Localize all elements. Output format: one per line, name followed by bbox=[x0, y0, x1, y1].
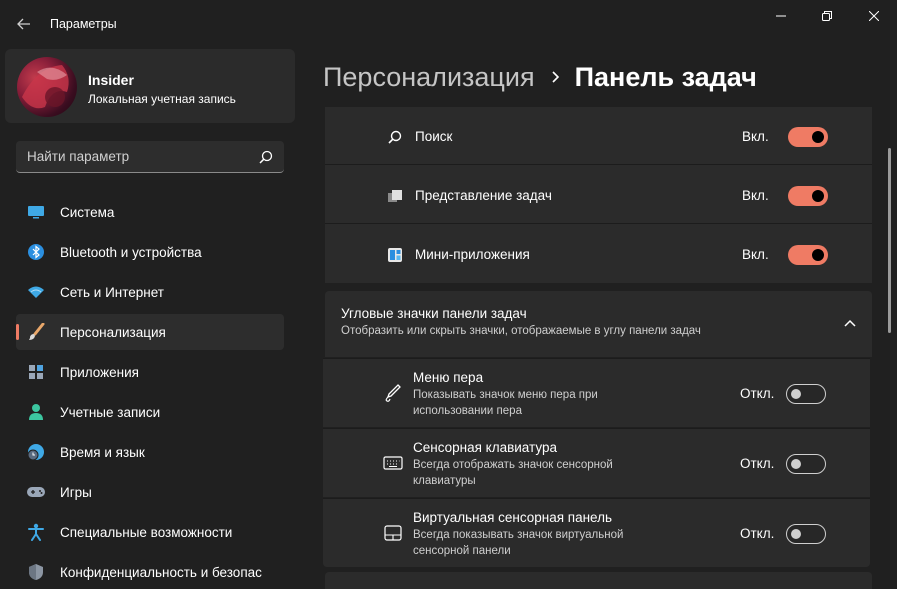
touch-keyboard-toggle[interactable] bbox=[786, 454, 826, 474]
back-button[interactable] bbox=[10, 10, 38, 38]
sidebar-nav: Система Bluetooth и устройства Сеть и Ин… bbox=[16, 194, 284, 589]
pen-icon bbox=[383, 383, 403, 403]
keyboard-icon bbox=[383, 453, 403, 473]
monitor-icon bbox=[26, 202, 46, 222]
toggle-state-label: Вкл. bbox=[742, 129, 769, 144]
setting-title: Виртуальная сенсорная панель bbox=[413, 510, 613, 525]
profile-name: Insider bbox=[88, 72, 134, 88]
search-icon bbox=[385, 127, 405, 147]
setting-description-line2: клавиатуры bbox=[413, 475, 476, 487]
page-title: Панель задач bbox=[574, 61, 757, 92]
sidebar-item-label: Сеть и Интернет bbox=[60, 284, 164, 300]
brush-icon bbox=[26, 322, 46, 342]
avatar bbox=[17, 57, 77, 117]
profile-card[interactable]: Insider Локальная учетная запись bbox=[5, 49, 295, 123]
sidebar-item-apps[interactable]: Приложения bbox=[16, 354, 284, 390]
sidebar-item-label: Специальные возможности bbox=[60, 524, 233, 540]
sidebar-item-bluetooth[interactable]: Bluetooth и устройства bbox=[16, 234, 284, 270]
toggle-state-label: Откл. bbox=[740, 456, 775, 471]
sidebar-item-personalization[interactable]: Персонализация bbox=[16, 314, 284, 350]
toggle-state-label: Откл. bbox=[740, 526, 775, 541]
setting-title: Сенсорная клавиатура bbox=[413, 440, 557, 455]
bluetooth-icon bbox=[26, 242, 46, 262]
widgets-toggle[interactable] bbox=[788, 245, 828, 265]
minimize-button[interactable] bbox=[758, 0, 804, 32]
setting-row-search: Поиск Вкл. bbox=[325, 107, 872, 165]
task-view-toggle[interactable] bbox=[788, 186, 828, 206]
apps-icon bbox=[26, 362, 46, 382]
section-title: Угловые значки панели задач bbox=[341, 306, 527, 321]
sidebar-item-label: Приложения bbox=[60, 364, 139, 380]
profile-account-type: Локальная учетная запись bbox=[88, 92, 236, 106]
taskbar-items-card: Поиск Вкл. Представление задач Вкл. Мини… bbox=[325, 107, 872, 283]
restore-icon bbox=[822, 11, 832, 21]
sidebar-item-network[interactable]: Сеть и Интернет bbox=[16, 274, 284, 310]
sidebar-item-system[interactable]: Система bbox=[16, 194, 284, 230]
sidebar-item-label: Конфиденциальность и безопас bbox=[60, 564, 262, 580]
setting-row-widgets: Мини-приложения Вкл. bbox=[325, 225, 872, 283]
setting-row-task-view: Представление задач Вкл. bbox=[325, 166, 872, 224]
app-title: Параметры bbox=[50, 17, 117, 31]
sidebar-item-accounts[interactable]: Учетные записи bbox=[16, 394, 284, 430]
breadcrumb: Персонализация Панель задач bbox=[323, 58, 757, 96]
close-icon bbox=[869, 11, 879, 21]
virtual-touchpad-toggle[interactable] bbox=[786, 524, 826, 544]
setting-title: Мини-приложения bbox=[415, 247, 530, 262]
gamepad-icon bbox=[26, 482, 46, 502]
minimize-icon bbox=[776, 15, 786, 17]
sidebar-item-label: Учетные записи bbox=[60, 404, 161, 420]
section-subtitle: Отобразить или скрыть значки, отображаем… bbox=[341, 325, 701, 337]
task-view-icon bbox=[385, 186, 405, 206]
corner-icons-section-header[interactable]: Угловые значки панели задач Отобразить и… bbox=[325, 291, 872, 357]
sidebar-item-privacy[interactable]: Конфиденциальность и безопас bbox=[16, 554, 284, 589]
maximize-button[interactable] bbox=[804, 0, 850, 32]
setting-description-line1: Всегда отображать значок сенсорной bbox=[413, 459, 613, 471]
chevron-right-icon bbox=[551, 70, 561, 84]
widgets-icon bbox=[385, 245, 405, 265]
setting-description-line1: Показывать значок меню пера при bbox=[413, 389, 598, 401]
back-arrow-icon bbox=[17, 18, 30, 30]
setting-row-touch-keyboard: Сенсорная клавиатура Всегда отображать з… bbox=[323, 428, 870, 497]
search-box[interactable] bbox=[16, 141, 284, 173]
sidebar-item-gaming[interactable]: Игры bbox=[16, 474, 284, 510]
chevron-up-icon[interactable] bbox=[842, 315, 858, 331]
sidebar-item-time-language[interactable]: Время и язык bbox=[16, 434, 284, 470]
settings-content[interactable]: Поиск Вкл. Представление задач Вкл. Мини… bbox=[323, 107, 873, 589]
setting-row-pen-menu: Меню пера Показывать значок меню пера пр… bbox=[323, 358, 870, 427]
search-input[interactable] bbox=[16, 141, 246, 172]
toggle-state-label: Вкл. bbox=[742, 188, 769, 203]
search-toggle[interactable] bbox=[788, 127, 828, 147]
search-icon[interactable] bbox=[258, 149, 274, 165]
setting-title: Представление задач bbox=[415, 188, 552, 203]
shield-icon bbox=[26, 562, 46, 582]
toggle-state-label: Откл. bbox=[740, 386, 775, 401]
accessibility-icon bbox=[26, 522, 46, 542]
sidebar-item-label: Персонализация bbox=[60, 324, 166, 340]
sidebar-item-label: Игры bbox=[60, 484, 92, 500]
pen-menu-toggle[interactable] bbox=[786, 384, 826, 404]
title-bar: Параметры bbox=[0, 0, 897, 48]
setting-row-virtual-touchpad: Виртуальная сенсорная панель Всегда пока… bbox=[323, 498, 870, 567]
sidebar-item-label: Система bbox=[60, 204, 115, 220]
sidebar-item-label: Время и язык bbox=[60, 444, 145, 460]
scrollbar[interactable] bbox=[888, 148, 891, 333]
setting-description-line1: Всегда показывать значок виртуальной bbox=[413, 529, 624, 541]
breadcrumb-parent[interactable]: Персонализация bbox=[323, 62, 535, 93]
sidebar-item-accessibility[interactable]: Специальные возможности bbox=[16, 514, 284, 550]
toggle-state-label: Вкл. bbox=[742, 247, 769, 262]
next-section-card[interactable] bbox=[325, 572, 872, 589]
wifi-icon bbox=[26, 282, 46, 302]
touchpad-icon bbox=[383, 523, 403, 543]
setting-title: Поиск bbox=[415, 129, 453, 144]
close-button[interactable] bbox=[851, 0, 897, 32]
sidebar-item-label: Bluetooth и устройства bbox=[60, 244, 202, 260]
setting-title: Меню пера bbox=[413, 370, 484, 385]
person-icon bbox=[26, 402, 46, 422]
setting-description-line2: использовании пера bbox=[413, 405, 522, 417]
clock-globe-icon bbox=[26, 442, 46, 462]
setting-description-line2: сенсорной панели bbox=[413, 545, 511, 557]
